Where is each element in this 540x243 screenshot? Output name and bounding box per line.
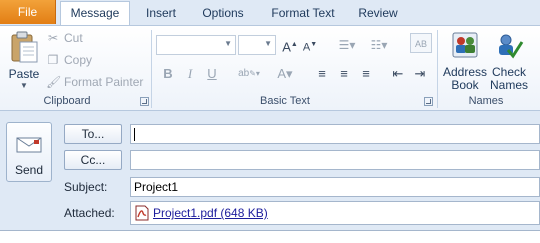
address-book-button[interactable]: Address Book bbox=[442, 28, 488, 92]
ribbon: Paste ▼ ✂ Cut ❐ Copy 🖌 Format Painter Clipb… bbox=[0, 25, 540, 111]
to-button[interactable]: To... bbox=[64, 124, 122, 144]
copy-button[interactable]: ❐ Copy bbox=[46, 51, 92, 69]
font-name-combo[interactable]: ▼ bbox=[156, 35, 236, 55]
envelope-icon bbox=[16, 137, 42, 153]
styles-icon[interactable]: AB bbox=[410, 33, 432, 53]
increase-indent-icon[interactable]: ⇥ bbox=[410, 64, 430, 84]
copy-icon: ❐ bbox=[47, 53, 59, 67]
cut-button[interactable]: ✂ Cut bbox=[46, 29, 83, 47]
italic-button[interactable]: I bbox=[180, 64, 200, 84]
names-group-label: Names bbox=[468, 95, 504, 107]
font-size-combo[interactable]: ▼ bbox=[238, 35, 276, 55]
align-right-icon[interactable]: ≡ bbox=[356, 64, 376, 84]
attachment-name[interactable]: Project1.pdf (648 KB) bbox=[153, 206, 268, 220]
chevron-down-icon: ▼ bbox=[224, 39, 232, 48]
clipboard-launcher-icon[interactable] bbox=[140, 97, 149, 106]
paste-button[interactable]: Paste ▼ bbox=[6, 28, 42, 92]
bold-button[interactable]: B bbox=[158, 64, 178, 84]
cc-button[interactable]: Cc... bbox=[64, 150, 122, 170]
message-body[interactable] bbox=[0, 230, 540, 243]
attached-label: Attached: bbox=[64, 206, 115, 220]
grow-font-icon[interactable]: A▲ bbox=[280, 35, 300, 55]
clipboard-group-label: Clipboard bbox=[43, 95, 91, 107]
group-divider bbox=[437, 30, 438, 108]
basic-text-launcher-icon[interactable] bbox=[424, 97, 433, 106]
to-field[interactable] bbox=[130, 124, 540, 144]
clipboard-icon bbox=[11, 31, 38, 63]
tab-review[interactable]: Review bbox=[352, 3, 404, 24]
underline-button[interactable]: U bbox=[202, 64, 222, 84]
send-button[interactable]: Send bbox=[6, 122, 52, 182]
chevron-down-icon: ▼ bbox=[264, 39, 272, 48]
copy-label: Copy bbox=[64, 53, 93, 67]
ribbon-tab-row: File Message Insert Options Format Text … bbox=[0, 0, 540, 26]
attachments-box: Project1.pdf (648 KB) bbox=[130, 201, 540, 225]
address-book-label-line2: Book bbox=[451, 78, 479, 92]
paste-label: Paste bbox=[8, 67, 40, 81]
tab-format-text[interactable]: Format Text bbox=[262, 3, 344, 24]
text-cursor bbox=[134, 128, 135, 142]
numbering-icon[interactable]: ☷▾ bbox=[366, 35, 392, 55]
send-label: Send bbox=[14, 163, 44, 177]
align-center-icon[interactable]: ≡ bbox=[334, 64, 354, 84]
chevron-down-icon: ▼ bbox=[20, 81, 28, 90]
shrink-font-icon[interactable]: A▼ bbox=[300, 35, 320, 55]
tab-options[interactable]: Options bbox=[194, 3, 252, 24]
decrease-indent-icon[interactable]: ⇤ bbox=[388, 64, 408, 84]
subject-label: Subject: bbox=[64, 180, 108, 194]
basic-text-group-label: Basic Text bbox=[260, 95, 310, 107]
check-names-label-line2: Names bbox=[489, 78, 528, 92]
highlight-icon[interactable]: ab✎▾ bbox=[232, 64, 266, 84]
check-names-icon bbox=[499, 34, 524, 59]
check-names-button[interactable]: Check Names bbox=[488, 28, 530, 92]
cut-label: Cut bbox=[64, 31, 83, 45]
font-color-icon[interactable]: A▾ bbox=[270, 64, 300, 84]
brush-icon: 🖌 bbox=[46, 75, 62, 89]
align-left-icon[interactable]: ≡ bbox=[312, 64, 332, 84]
cc-field[interactable] bbox=[130, 150, 540, 170]
tab-insert[interactable]: Insert bbox=[136, 3, 186, 24]
subject-field[interactable]: Project1 bbox=[130, 177, 540, 197]
address-book-icon bbox=[452, 32, 478, 58]
format-painter-label: Format Painter bbox=[64, 75, 144, 89]
pdf-icon bbox=[135, 205, 149, 221]
tab-file[interactable]: File bbox=[0, 0, 56, 24]
tab-message[interactable]: Message bbox=[60, 1, 130, 26]
group-divider bbox=[151, 30, 152, 108]
scissors-icon: ✂ bbox=[47, 31, 59, 45]
format-painter-button[interactable]: 🖌 Format Painter bbox=[46, 73, 143, 91]
bullets-icon[interactable]: ☰▾ bbox=[334, 35, 360, 55]
